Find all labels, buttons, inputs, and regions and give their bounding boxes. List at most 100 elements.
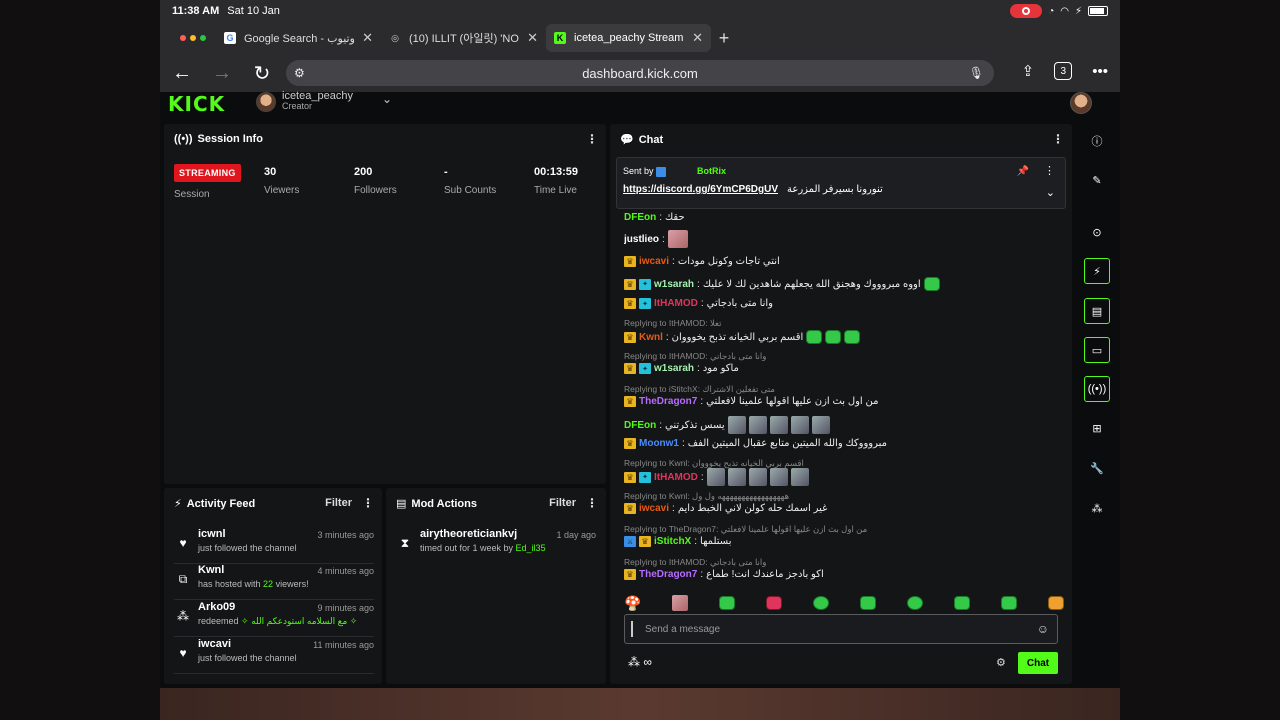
back-arrow-icon[interactable]: ← xyxy=(162,62,202,85)
chat-message: ♛ Kwnl: اقسم بربي الخيانه تذبح يخوووان xyxy=(624,330,861,344)
emote-icon[interactable] xyxy=(672,595,689,611)
url-text: dashboard.kick.com xyxy=(582,65,698,81)
status-date: Sat 10 Jan xyxy=(227,5,280,17)
emote-icon[interactable] xyxy=(1047,596,1064,610)
mod-target-user[interactable]: airytheoreticiankvj xyxy=(420,528,517,540)
panel-header: 💬 Chat xyxy=(620,133,664,147)
lightning-icon[interactable]: ⚡ xyxy=(1084,258,1110,284)
mod-filter-button[interactable]: Filter xyxy=(549,497,576,509)
reply-context[interactable]: Replying to Kwnl: هههههههههههههههههه ول … xyxy=(624,491,789,502)
sub-badge-icon: ✦ xyxy=(639,278,651,290)
feed-user[interactable]: Arko09 xyxy=(198,601,235,613)
more-menu-icon[interactable]: ••• xyxy=(1092,63,1108,80)
tab-illit[interactable]: ◎ (10) ILLIT (아일릿) 'NOT C ✕ xyxy=(381,24,546,52)
reply-context[interactable]: Replying to ItHAMOD: تعلا xyxy=(624,318,722,329)
chat-text: حقك xyxy=(665,212,685,223)
forward-arrow-icon[interactable]: → xyxy=(202,62,242,85)
chat-username[interactable]: iwcavi xyxy=(639,503,669,514)
url-field[interactable]: ⚙ dashboard.kick.com 🎙 xyxy=(286,60,994,86)
close-tab-icon[interactable]: ✕ xyxy=(362,30,373,46)
reply-context[interactable]: Replying to ItHAMOD: وانا متى بادجاتي xyxy=(624,557,766,568)
tab-kick-stream[interactable]: K icetea_peachy Stream - ✕ xyxy=(546,24,711,52)
tab-overview-button[interactable]: 3 xyxy=(1054,62,1073,80)
session-info-panel: ((•)) Session Info ⋮ STREAMING Session 3… xyxy=(164,124,606,484)
feed-user[interactable]: icwnl xyxy=(198,528,226,540)
tab-google-search[interactable]: G Google Search - يوتيوب ✕ xyxy=(216,24,381,52)
chat-username[interactable]: Kwnl xyxy=(639,332,663,343)
kick-logo[interactable]: KICK xyxy=(168,92,225,116)
feed-user[interactable]: Kwnl xyxy=(198,564,224,576)
activity-filter-button[interactable]: Filter xyxy=(325,497,352,509)
pin-icon[interactable]: 📌 xyxy=(1017,166,1029,177)
layout-icon[interactable]: ⊞ xyxy=(1084,415,1110,441)
screen-record-icon[interactable] xyxy=(1010,4,1043,18)
chat-text: اكو بادجز ماعندك انت! طماع xyxy=(706,569,824,580)
chat-bubble-icon[interactable]: ▭ xyxy=(1084,337,1110,363)
reply-context[interactable]: Replying to TheDragon7: من اول بث ازن عل… xyxy=(624,524,867,535)
info-icon[interactable]: ⓘ xyxy=(1084,128,1110,154)
chat-message: ♛ ✦ ItHAMOD: وانا متى بادجاتي xyxy=(624,298,773,309)
emote-icon[interactable] xyxy=(1000,596,1017,610)
emoji-picker-icon[interactable]: ☺ xyxy=(1037,622,1049,636)
emote-icon[interactable]: 🍄 xyxy=(624,595,641,612)
document-icon[interactable]: ▤ xyxy=(1084,298,1110,324)
chat-username[interactable]: ItHAMOD xyxy=(654,298,698,309)
user-avatar[interactable] xyxy=(1070,92,1092,114)
microphone-icon[interactable]: 🎙 xyxy=(969,66,984,80)
reply-context[interactable]: Replying to iStitchX: متى تفعلين الاشترا… xyxy=(624,384,775,395)
creator-avatar[interactable] xyxy=(256,92,276,112)
chevron-down-icon[interactable]: ⌄ xyxy=(382,92,392,106)
moderator-name[interactable]: Ed_il35 xyxy=(516,543,546,553)
reply-context[interactable]: Replying to ItHAMOD: وانا متى بادجاتي xyxy=(624,351,766,362)
kebab-menu-icon[interactable]: ⋮ xyxy=(1052,132,1064,146)
edit-icon[interactable]: ✎ xyxy=(1084,167,1110,193)
chat-title: Chat xyxy=(638,133,664,146)
chat-username[interactable]: iwcavi xyxy=(639,256,669,267)
pinned-link[interactable]: https://discord.gg/6YmCP6DgUV xyxy=(623,184,778,195)
chat-username[interactable]: TheDragon7 xyxy=(639,396,697,407)
chat-username[interactable]: w1sarah xyxy=(654,363,694,374)
kebab-menu-icon[interactable]: ⋮ xyxy=(586,496,598,510)
chat-username[interactable]: DFEon xyxy=(624,420,656,431)
chat-message: ♛ ✦ w1sarah: اووه مبروووك وهجنق الله يجعلهم… xyxy=(624,277,940,291)
chevron-down-icon[interactable]: ⌄ xyxy=(1046,186,1055,199)
kick-points-icon[interactable]: ⁂ ∞ xyxy=(628,655,652,669)
chat-username[interactable]: Moonw1 xyxy=(639,438,679,449)
emote-icon[interactable] xyxy=(766,596,783,610)
chat-username[interactable]: iStitchX xyxy=(654,536,691,547)
broadcast-icon[interactable]: ((•)) xyxy=(1084,376,1110,402)
reload-icon[interactable]: ↻ xyxy=(242,61,282,86)
site-settings-icon[interactable]: ⚙ xyxy=(294,66,305,80)
kebab-menu-icon[interactable]: ⋮ xyxy=(362,496,374,510)
points-icon[interactable]: ⁂ xyxy=(1084,495,1110,521)
send-chat-button[interactable]: Chat xyxy=(1018,652,1058,674)
feed-user[interactable]: iwcavi xyxy=(198,638,231,650)
emote-icon[interactable] xyxy=(954,596,970,610)
kebab-menu-icon[interactable]: ⋮ xyxy=(586,132,598,146)
close-tab-icon[interactable]: ✕ xyxy=(692,30,703,46)
new-tab-button[interactable]: + xyxy=(711,25,737,51)
chat-message: justlieo: xyxy=(624,230,688,248)
emote-icon[interactable] xyxy=(719,596,736,610)
wrench-icon[interactable]: 🔧 xyxy=(1084,455,1110,481)
chat-username[interactable]: DFEon xyxy=(624,212,656,223)
chat-input[interactable] xyxy=(645,615,1025,643)
crown-badge-icon: ♛ xyxy=(624,471,636,483)
crown-badge-icon: ♛ xyxy=(624,278,636,290)
emote-icon[interactable] xyxy=(860,596,877,610)
panel-header: ((•)) Session Info xyxy=(174,133,263,145)
emote-icon[interactable] xyxy=(813,596,830,610)
chat-username[interactable]: TheDragon7 xyxy=(639,569,697,580)
chat-username[interactable]: w1sarah xyxy=(654,279,694,290)
pinned-sender[interactable]: BotRix xyxy=(697,166,726,176)
gear-icon[interactable]: ⚙ xyxy=(996,656,1006,669)
camera-icon[interactable]: ⊙ xyxy=(1084,219,1110,245)
kebab-menu-icon[interactable]: ⋮ xyxy=(1044,164,1055,177)
chat-username[interactable]: justlieo xyxy=(624,234,659,245)
pinned-text: تنورونا بسيرفر المزرعة xyxy=(787,184,883,195)
share-icon[interactable]: ⇪ xyxy=(1022,62,1035,80)
chat-username[interactable]: ItHAMOD xyxy=(654,472,698,483)
emote-icon[interactable] xyxy=(907,596,924,610)
window-controls[interactable] xyxy=(170,35,216,41)
close-tab-icon[interactable]: ✕ xyxy=(527,30,538,46)
